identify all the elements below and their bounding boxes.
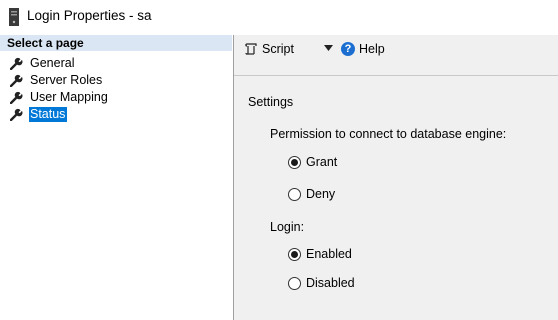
radio-unchecked-icon[interactable] (288, 187, 301, 201)
sidebar-item-status[interactable]: Status (0, 106, 232, 123)
page-list: General Server Roles User Mapping Status (0, 55, 232, 123)
wrench-icon (10, 108, 23, 121)
dropdown-arrow-icon[interactable] (324, 45, 333, 52)
server-icon (9, 8, 19, 26)
wrench-icon (10, 91, 23, 104)
title-bar: Login Properties - sa (0, 0, 558, 34)
settings-title: Settings (248, 95, 294, 109)
grant-radio[interactable]: Grant (288, 155, 337, 169)
login-label: Login: (270, 220, 305, 234)
sidebar-item-server-roles[interactable]: Server Roles (0, 72, 232, 89)
radio-checked-icon[interactable] (288, 247, 301, 261)
help-icon: ? (341, 42, 355, 56)
help-button[interactable]: ? Help (341, 42, 385, 56)
select-page-header: Select a page (0, 35, 232, 51)
grant-label: Grant (306, 155, 338, 169)
deny-radio[interactable]: Deny (288, 187, 335, 201)
radio-checked-icon[interactable] (288, 155, 301, 169)
wrench-icon (10, 74, 23, 87)
properties-pane: Script ? Help Settings Permission to con… (233, 35, 558, 320)
toolbar: Script ? Help (234, 35, 558, 76)
sidebar-item-label: Status (29, 107, 68, 122)
window-title: Login Properties - sa (27, 8, 152, 23)
wrench-icon (10, 57, 23, 70)
help-label: Help (359, 42, 385, 56)
page-selector-pane: Select a page General Server Roles User … (0, 35, 232, 320)
enabled-radio[interactable]: Enabled (288, 247, 352, 261)
script-icon (245, 43, 257, 55)
permission-label: Permission to connect to database engine… (270, 127, 507, 141)
script-button[interactable]: Script (244, 42, 294, 56)
radio-unchecked-icon[interactable] (288, 276, 301, 290)
sidebar-item-label: General (30, 56, 75, 70)
disabled-radio[interactable]: Disabled (288, 276, 355, 290)
enabled-label: Enabled (306, 247, 352, 261)
sidebar-item-label: Server Roles (30, 73, 103, 87)
sidebar-item-general[interactable]: General (0, 55, 232, 72)
deny-label: Deny (306, 187, 336, 201)
sidebar-item-user-mapping[interactable]: User Mapping (0, 89, 232, 106)
script-label: Script (262, 42, 294, 56)
sidebar-item-label: User Mapping (30, 90, 108, 104)
disabled-label: Disabled (306, 276, 355, 290)
